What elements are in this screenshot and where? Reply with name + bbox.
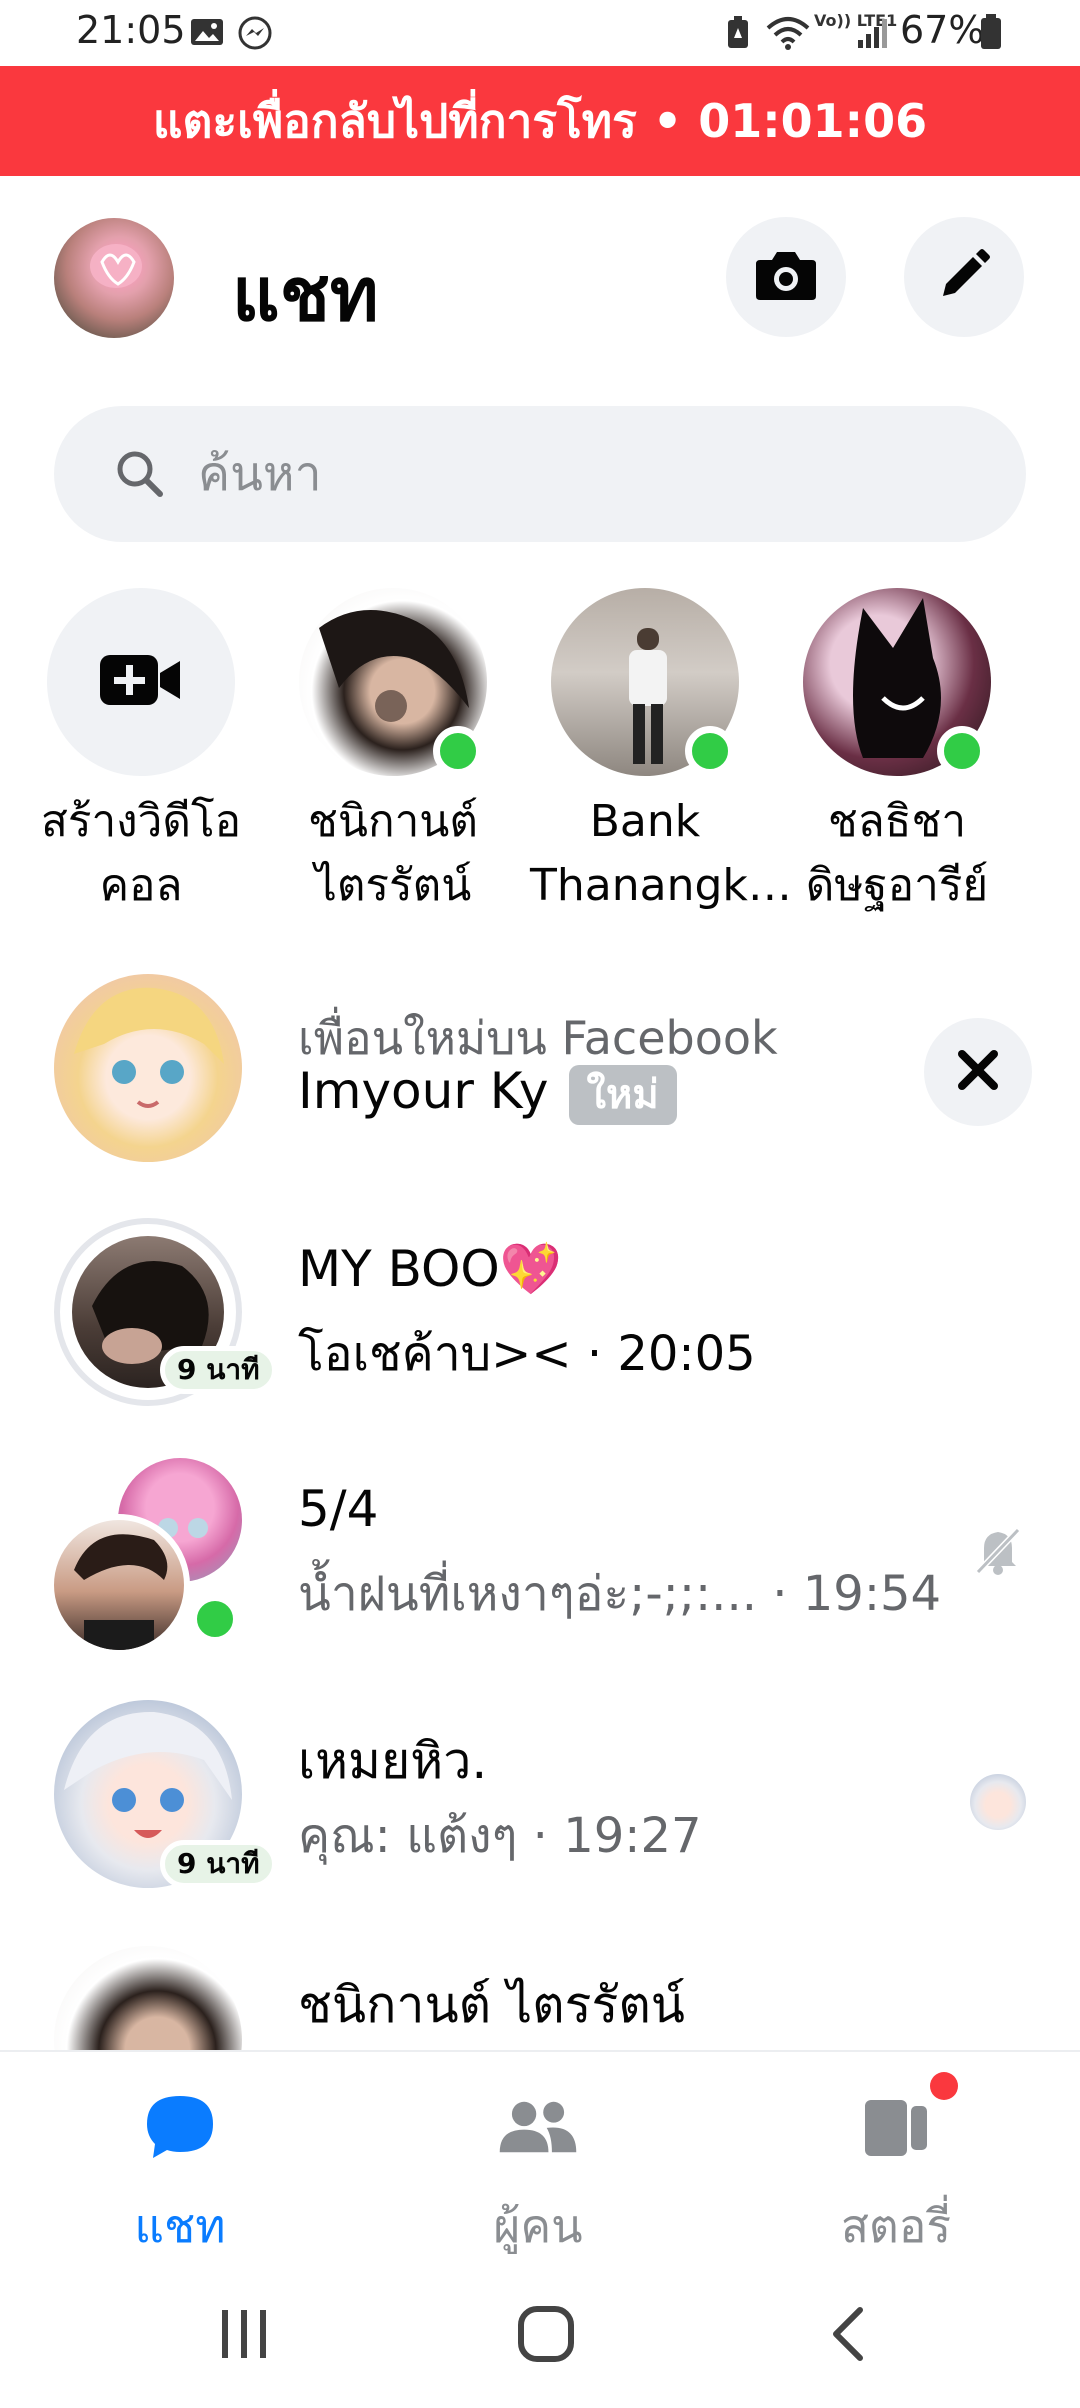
return-to-call-banner[interactable]: แตะเพื่อกลับไปที่การโทร • 01:01:06 bbox=[0, 66, 1080, 176]
recents-icon bbox=[216, 2306, 272, 2366]
page-title: แชท bbox=[232, 252, 379, 338]
messenger-icon bbox=[238, 16, 272, 54]
chat-row[interactable]: ชนิกานต์ ไตรรัตน์ bbox=[0, 1914, 1080, 2050]
nav-stories[interactable]: สตอรี่ bbox=[766, 2052, 1026, 2262]
message-time: · 19:54 bbox=[772, 1566, 942, 1622]
battery-percent: 67% bbox=[900, 8, 985, 52]
active-person[interactable]: Bank Thanangk… bbox=[530, 588, 792, 918]
camera-button[interactable] bbox=[726, 217, 846, 337]
dismiss-button[interactable] bbox=[924, 1018, 1032, 1126]
seen-avatar bbox=[970, 1774, 1026, 1830]
avatar bbox=[803, 588, 991, 776]
avatar bbox=[551, 588, 739, 776]
create-video-call[interactable]: สร้างวิดีโอคอล bbox=[26, 588, 256, 918]
stories-icon bbox=[856, 2087, 936, 2167]
video-call-circle bbox=[47, 588, 235, 776]
chat-row[interactable]: 9 นาที เหมยหิว. คุณ: แต้งๆ · 19:27 bbox=[0, 1672, 1080, 1912]
bell-off-icon bbox=[970, 1522, 1026, 1582]
active-person-name: ชลธิชา ดิษฐอารีย์ bbox=[805, 796, 989, 911]
back-button[interactable] bbox=[808, 2296, 888, 2376]
online-indicator bbox=[190, 1594, 240, 1644]
contact-name: เหมยหิว. bbox=[298, 1732, 488, 1790]
wifi-icon bbox=[766, 16, 810, 54]
chat-bubble-icon bbox=[140, 2087, 220, 2167]
story-time-badge: 9 นาที bbox=[160, 1840, 277, 1888]
battery-saver-icon bbox=[726, 16, 750, 54]
message-preview-row: น้ำฝนที่เหงาๆอ่ะ;-;;:... · 19:54 bbox=[298, 1556, 941, 1632]
heart-emoji: 💖 bbox=[499, 1240, 562, 1298]
nav-label: ผู้คน bbox=[493, 2199, 583, 2253]
profile-avatar[interactable] bbox=[54, 218, 174, 338]
active-person[interactable]: ชลธิชา ดิษฐอารีย์ bbox=[782, 588, 1012, 918]
home-icon bbox=[516, 2304, 576, 2368]
status-time: 21:05 bbox=[76, 8, 186, 52]
message-preview-row: คุณ: แต้งๆ · 19:27 bbox=[298, 1798, 702, 1874]
active-person-name: Bank Thanangk… bbox=[530, 796, 792, 911]
message-preview: โอเชค้าบ>< bbox=[298, 1326, 572, 1382]
video-plus-icon bbox=[100, 653, 182, 711]
avatar bbox=[299, 588, 487, 776]
message-preview-row: โอเชค้าบ>< · 20:05 bbox=[298, 1316, 756, 1392]
bottom-navigation: แชท ผู้คน สตอรี่ bbox=[0, 2050, 1080, 2260]
story-time-badge: 9 นาที bbox=[160, 1346, 277, 1394]
active-person-name: สร้างวิดีโอคอล bbox=[40, 796, 242, 911]
search-bar[interactable] bbox=[54, 406, 1026, 542]
contact-name: MY BOO bbox=[298, 1240, 500, 1298]
nav-label: สตอรี่ bbox=[840, 2199, 952, 2253]
avatar bbox=[54, 974, 242, 1162]
status-bar: 21:05 Vo)) LTE1 67% bbox=[0, 0, 1080, 66]
recents-button[interactable] bbox=[204, 2296, 284, 2376]
nav-chats[interactable]: แชท bbox=[50, 2052, 310, 2262]
camera-icon bbox=[754, 248, 818, 306]
battery-icon bbox=[980, 14, 1002, 54]
home-button[interactable] bbox=[506, 2296, 586, 2376]
search-icon bbox=[110, 444, 170, 508]
contact-name: Imyour Ky bbox=[298, 1062, 549, 1120]
signal-icon bbox=[856, 16, 890, 54]
search-input[interactable] bbox=[198, 406, 978, 542]
contact-name: 5/4 bbox=[298, 1480, 379, 1538]
close-icon bbox=[956, 1048, 1000, 1096]
notification-dot bbox=[930, 2072, 958, 2100]
active-person-name: ชนิกานต์ ไตรรัตน์ bbox=[308, 796, 478, 911]
active-person[interactable]: ชนิกานต์ ไตรรัตน์ bbox=[278, 588, 508, 918]
message-preview: น้ำฝนที่เหงาๆอ่ะ;-;;:... bbox=[298, 1566, 757, 1622]
chat-row[interactable]: 9 นาที MY BOO💖 โอเชค้าบ>< · 20:05 bbox=[0, 1190, 1080, 1430]
message-time: · 19:27 bbox=[532, 1808, 702, 1864]
avatar bbox=[54, 1946, 242, 2050]
group-avatar-front bbox=[48, 1514, 190, 1656]
chat-row[interactable]: 5/4 น้ำฝนที่เหงาๆอ่ะ;-;;:... · 19:54 bbox=[0, 1430, 1080, 1670]
contact-name-row: MY BOO💖 bbox=[298, 1240, 562, 1299]
pencil-icon bbox=[937, 248, 991, 306]
online-indicator bbox=[937, 726, 987, 776]
contact-name: ชนิกานต์ ไตรรัตน์ bbox=[298, 1976, 685, 2034]
message-time: · 20:05 bbox=[586, 1326, 756, 1382]
back-icon bbox=[828, 2304, 868, 2368]
nav-label: แชท bbox=[134, 2199, 226, 2253]
online-indicator bbox=[685, 726, 735, 776]
new-badge: ใหม่ bbox=[568, 1064, 677, 1125]
people-icon bbox=[498, 2087, 578, 2167]
message-preview: คุณ: แต้งๆ bbox=[298, 1808, 518, 1864]
system-navigation bbox=[0, 2260, 1080, 2408]
nav-people[interactable]: ผู้คน bbox=[408, 2052, 668, 2262]
new-friend-row[interactable]: เพื่อนใหม่บน Facebook Imyour Ky ใหม่ bbox=[0, 948, 1080, 1188]
gallery-icon bbox=[190, 16, 224, 52]
compose-button[interactable] bbox=[904, 217, 1024, 337]
online-indicator bbox=[433, 726, 483, 776]
contact-name-row: Imyour Ky ใหม่ bbox=[298, 1062, 677, 1125]
